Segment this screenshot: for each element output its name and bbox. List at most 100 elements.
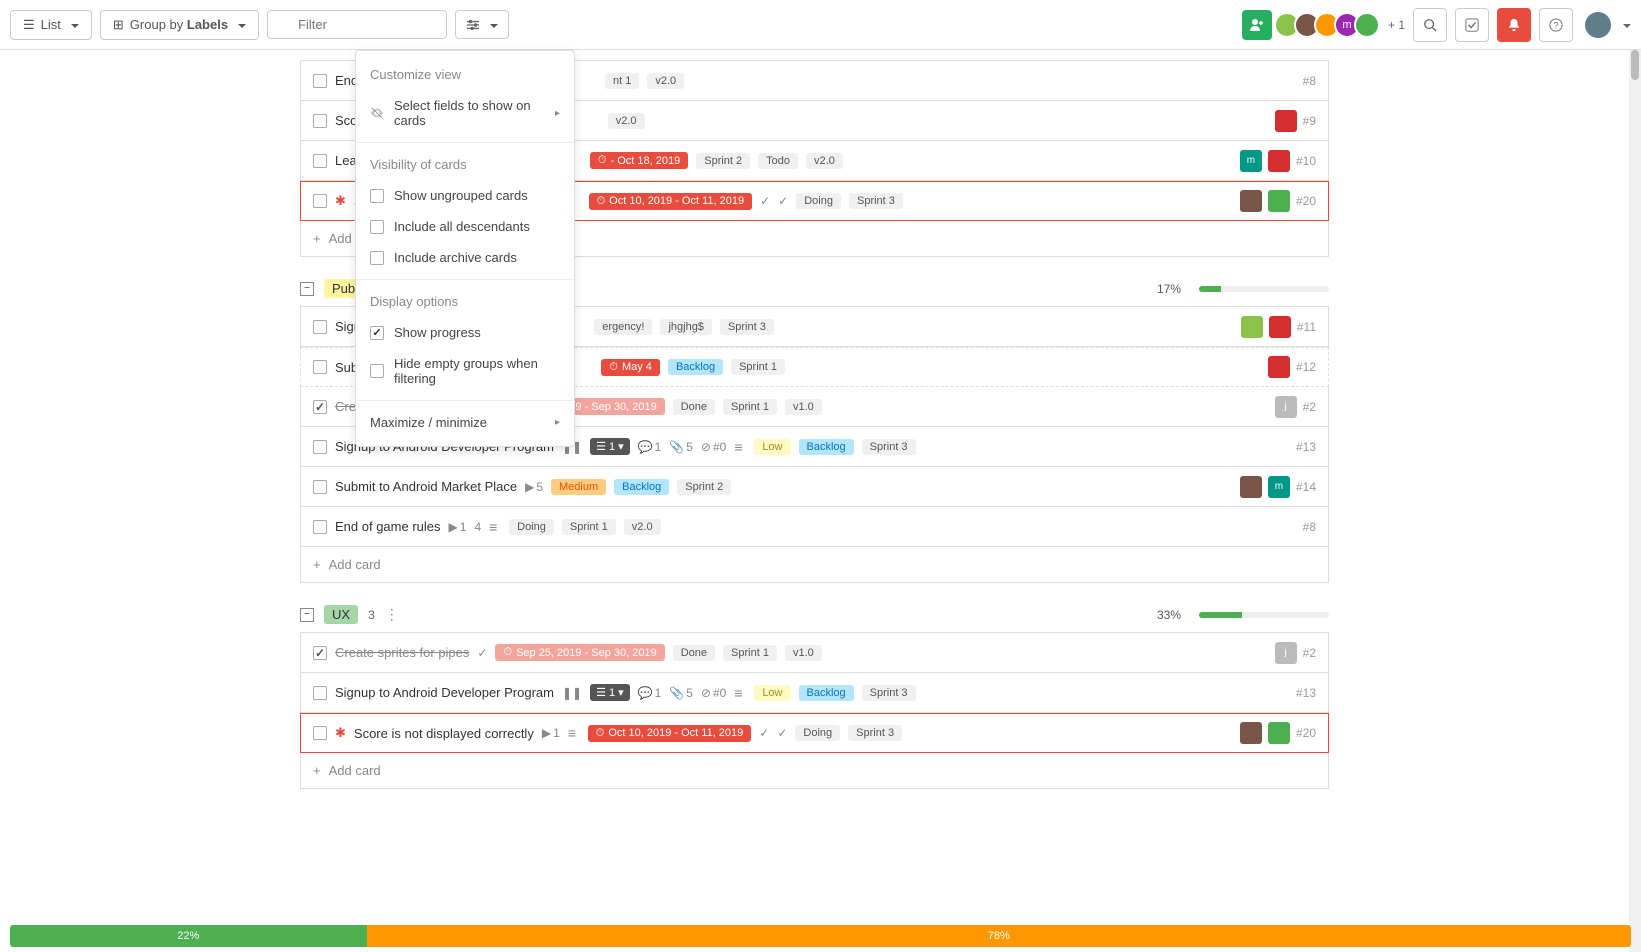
card-row[interactable]: End of game rules ▶ 1 4 Doing Sprint 1 v… — [300, 507, 1329, 547]
checkbox[interactable] — [313, 74, 327, 88]
tag[interactable]: Sprint 3 — [862, 439, 916, 455]
show-ungrouped-label: Show ungrouped cards — [394, 188, 528, 203]
avatar[interactable] — [1268, 150, 1290, 172]
group-label[interactable]: UX — [324, 605, 358, 624]
tag[interactable]: v2.0 — [608, 113, 645, 129]
hide-empty-item[interactable]: Hide empty groups when filtering — [356, 348, 574, 394]
checkbox[interactable] — [370, 364, 384, 378]
tag[interactable]: Backlog — [799, 439, 854, 455]
tag[interactable]: Sprint 3 — [848, 725, 902, 741]
checkbox-checked[interactable] — [370, 326, 384, 340]
checkbox-checked[interactable] — [313, 400, 327, 414]
tag[interactable]: nt 1 — [605, 73, 639, 89]
checkbox[interactable] — [313, 114, 327, 128]
tag[interactable]: Medium — [551, 479, 606, 495]
tag[interactable]: v2.0 — [647, 73, 684, 89]
scrollbar[interactable] — [1629, 50, 1641, 952]
avatar[interactable] — [1269, 316, 1291, 338]
tag[interactable]: Doing — [509, 519, 554, 535]
group-menu[interactable]: ⋮ — [385, 606, 399, 623]
tag[interactable]: Sprint 1 — [731, 359, 785, 375]
tag[interactable]: Todo — [758, 153, 798, 169]
customize-view-button[interactable] — [455, 10, 509, 39]
avatar[interactable] — [1275, 110, 1297, 132]
tag[interactable]: v1.0 — [785, 399, 822, 415]
tag[interactable]: Sprint 3 — [849, 193, 903, 209]
tag[interactable]: Sprint 1 — [723, 399, 777, 415]
checkbox[interactable] — [370, 189, 384, 203]
checkbox[interactable] — [313, 480, 327, 494]
group-by-button[interactable]: ⊞ Group by Labels — [100, 10, 259, 40]
tag[interactable]: Backlog — [668, 359, 723, 375]
card-row[interactable]: Signup to Android Developer Program ❚❚ ☰… — [300, 673, 1329, 713]
card-row[interactable]: Submit to Android Market Place ▶ 5 Mediu… — [300, 467, 1329, 507]
member-avatars[interactable]: m — [1280, 12, 1380, 38]
tag[interactable]: Backlog — [799, 685, 854, 701]
list-view-button[interactable]: ☰ List — [10, 10, 92, 40]
tasks-button[interactable] — [1455, 8, 1489, 42]
avatar[interactable]: j — [1275, 396, 1297, 418]
tag[interactable]: Low — [754, 439, 790, 455]
tag[interactable]: ergency! — [594, 319, 652, 335]
avatar[interactable]: j — [1275, 642, 1297, 664]
avatar[interactable] — [1268, 722, 1290, 744]
checkbox[interactable] — [313, 440, 327, 454]
tag[interactable]: v2.0 — [806, 153, 843, 169]
checkbox-checked[interactable] — [313, 646, 327, 660]
tag[interactable]: Doing — [795, 725, 840, 741]
user-avatar[interactable] — [1585, 12, 1611, 38]
tag[interactable]: v2.0 — [624, 519, 661, 535]
add-card-button[interactable]: + Add card — [300, 753, 1329, 789]
collapse-button[interactable]: − — [300, 282, 314, 296]
tag[interactable]: Sprint 1 — [723, 645, 777, 661]
checkbox[interactable] — [313, 520, 327, 534]
avatar[interactable] — [1240, 722, 1262, 744]
avatar[interactable] — [1268, 356, 1290, 378]
tag[interactable]: Sprint 3 — [862, 685, 916, 701]
tag[interactable]: Doing — [796, 193, 841, 209]
tag[interactable]: Low — [754, 685, 790, 701]
checkbox[interactable] — [313, 154, 327, 168]
select-fields-item[interactable]: Select fields to show on cards ▸ — [356, 90, 574, 136]
help-button[interactable]: ? — [1539, 8, 1573, 42]
scrollbar-thumb[interactable] — [1631, 50, 1639, 80]
search-button[interactable] — [1413, 8, 1447, 42]
avatar[interactable] — [1241, 316, 1263, 338]
show-progress-item[interactable]: Show progress — [356, 317, 574, 348]
checkbox[interactable] — [313, 726, 327, 740]
maximize-item[interactable]: Maximize / minimize ▸ — [356, 407, 574, 438]
tag[interactable]: Sprint 3 — [720, 319, 774, 335]
avatar[interactable] — [1240, 476, 1262, 498]
checkbox[interactable] — [370, 220, 384, 234]
tag[interactable]: Sprint 1 — [562, 519, 616, 535]
card-row[interactable]: ✱ Score is not displayed correctly ▶ 1 ⏱… — [300, 713, 1329, 753]
checkbox[interactable] — [370, 251, 384, 265]
checkbox[interactable] — [313, 360, 327, 374]
include-descendants-item[interactable]: Include all descendants — [356, 211, 574, 242]
tag[interactable]: Done — [673, 399, 715, 415]
include-archive-item[interactable]: Include archive cards — [356, 242, 574, 273]
checkbox[interactable] — [313, 686, 327, 700]
tag[interactable]: Sprint 2 — [677, 479, 731, 495]
filter-input[interactable] — [267, 10, 447, 39]
show-ungrouped-item[interactable]: Show ungrouped cards — [356, 180, 574, 211]
tag[interactable]: Backlog — [614, 479, 669, 495]
avatar[interactable] — [1354, 12, 1380, 38]
tag[interactable]: jhgjhg$ — [660, 319, 711, 335]
avatar[interactable] — [1268, 190, 1290, 212]
tag[interactable]: v1.0 — [785, 645, 822, 661]
tag[interactable]: Done — [673, 645, 715, 661]
more-users[interactable]: + 1 — [1388, 18, 1405, 32]
add-card-button[interactable]: + Add card — [300, 547, 1329, 583]
collapse-button[interactable]: − — [300, 608, 314, 622]
add-member-button[interactable] — [1242, 10, 1272, 40]
avatar[interactable]: m — [1268, 476, 1290, 498]
avatar[interactable] — [1240, 190, 1262, 212]
checkbox[interactable] — [313, 194, 327, 208]
chevron-down-icon[interactable] — [1619, 17, 1631, 32]
notifications-button[interactable] — [1497, 8, 1531, 42]
checkbox[interactable] — [313, 320, 327, 334]
avatar[interactable]: m — [1240, 150, 1262, 172]
card-row[interactable]: Create sprites for pipes ✓ ⏱ Sep 25, 201… — [300, 633, 1329, 673]
tag[interactable]: Sprint 2 — [696, 153, 750, 169]
